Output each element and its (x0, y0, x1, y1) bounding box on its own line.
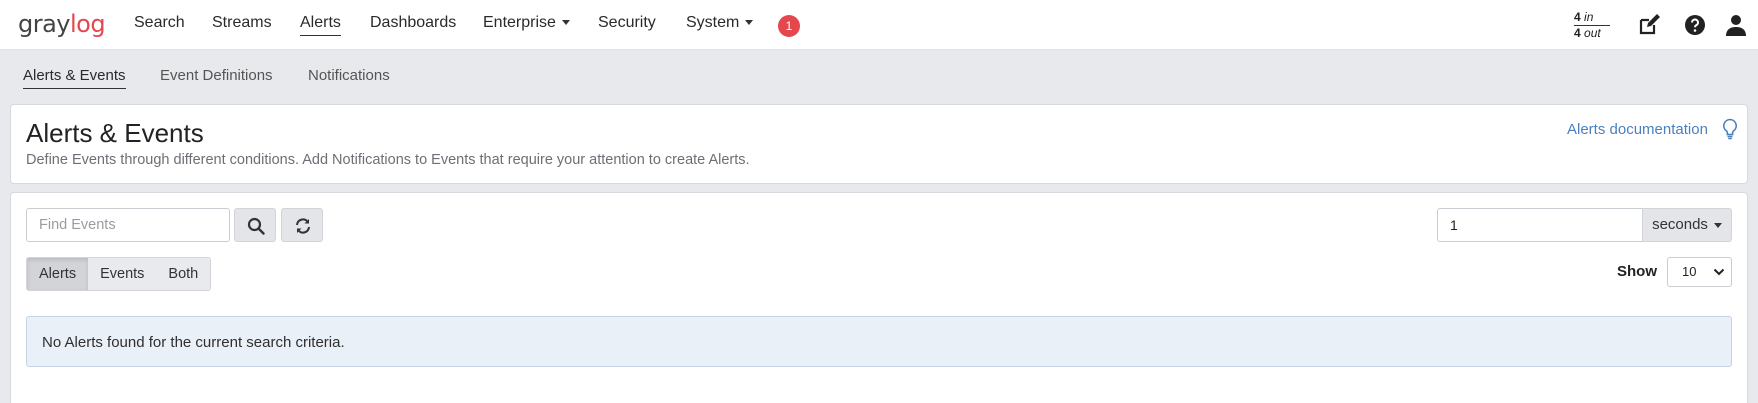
nav-item-dashboards[interactable]: Dashboards (370, 14, 456, 32)
search-button[interactable] (234, 208, 276, 242)
show-label: Show (1617, 263, 1657, 280)
chevron-down-icon (1713, 268, 1725, 276)
nav-item-enterprise-label: Enterprise (483, 14, 556, 31)
filter-alerts-button[interactable]: Alerts (27, 258, 89, 290)
empty-results-message: No Alerts found for the current search c… (42, 334, 345, 351)
filter-both-button[interactable]: Both (156, 258, 211, 290)
event-type-filter: Alerts Events Both (26, 257, 212, 291)
nav-item-search[interactable]: Search (134, 14, 185, 32)
nav-item-security[interactable]: Security (598, 14, 656, 32)
help-icon[interactable] (1683, 13, 1707, 37)
logo-text-accent: log (70, 10, 106, 38)
subnav-event-definitions[interactable]: Event Definitions (160, 67, 273, 84)
filter-events-button[interactable]: Events (88, 258, 157, 290)
throughput-in: 4 in (1574, 10, 1610, 26)
notification-badge[interactable]: 1 (778, 15, 800, 37)
find-events-input[interactable] (26, 208, 230, 242)
graylog-logo[interactable]: graylog (18, 10, 106, 38)
page-size-select[interactable]: 10 (1667, 257, 1732, 287)
lightbulb-icon (1722, 118, 1738, 140)
refresh-interval-input[interactable]: 1 (1437, 208, 1643, 242)
edit-icon[interactable] (1637, 13, 1661, 37)
page-description: Define Events through different conditio… (26, 152, 750, 168)
top-navbar: graylog Search Streams Alerts Dashboards… (0, 0, 1758, 50)
chevron-down-icon (745, 20, 754, 26)
refresh-icon (296, 218, 310, 234)
logo-text-gray: gray (18, 10, 71, 38)
nav-item-alerts[interactable]: Alerts (300, 14, 341, 36)
page-title: Alerts & Events (26, 118, 204, 148)
refresh-button[interactable] (281, 208, 323, 242)
throughput-out: 4 out (1574, 26, 1601, 40)
refresh-unit-label: seconds (1652, 216, 1708, 233)
page-header-panel (10, 104, 1748, 184)
refresh-unit-dropdown[interactable]: seconds (1642, 208, 1732, 242)
alerts-documentation-link[interactable]: Alerts documentation (1567, 121, 1708, 138)
subnav-alerts-events[interactable]: Alerts & Events (23, 67, 126, 89)
page-size-value: 10 (1682, 264, 1697, 279)
chevron-down-icon (561, 20, 570, 26)
user-icon[interactable] (1724, 13, 1748, 37)
chevron-down-icon (1713, 222, 1722, 228)
nav-item-system-label: System (686, 14, 740, 31)
nav-item-enterprise[interactable]: Enterprise (483, 14, 570, 32)
search-icon (247, 217, 265, 235)
subnav-notifications[interactable]: Notifications (308, 67, 390, 84)
throughput-indicator[interactable]: 4 in 4 out (1574, 10, 1610, 40)
nav-item-streams[interactable]: Streams (212, 14, 272, 32)
nav-item-system[interactable]: System (686, 14, 754, 32)
